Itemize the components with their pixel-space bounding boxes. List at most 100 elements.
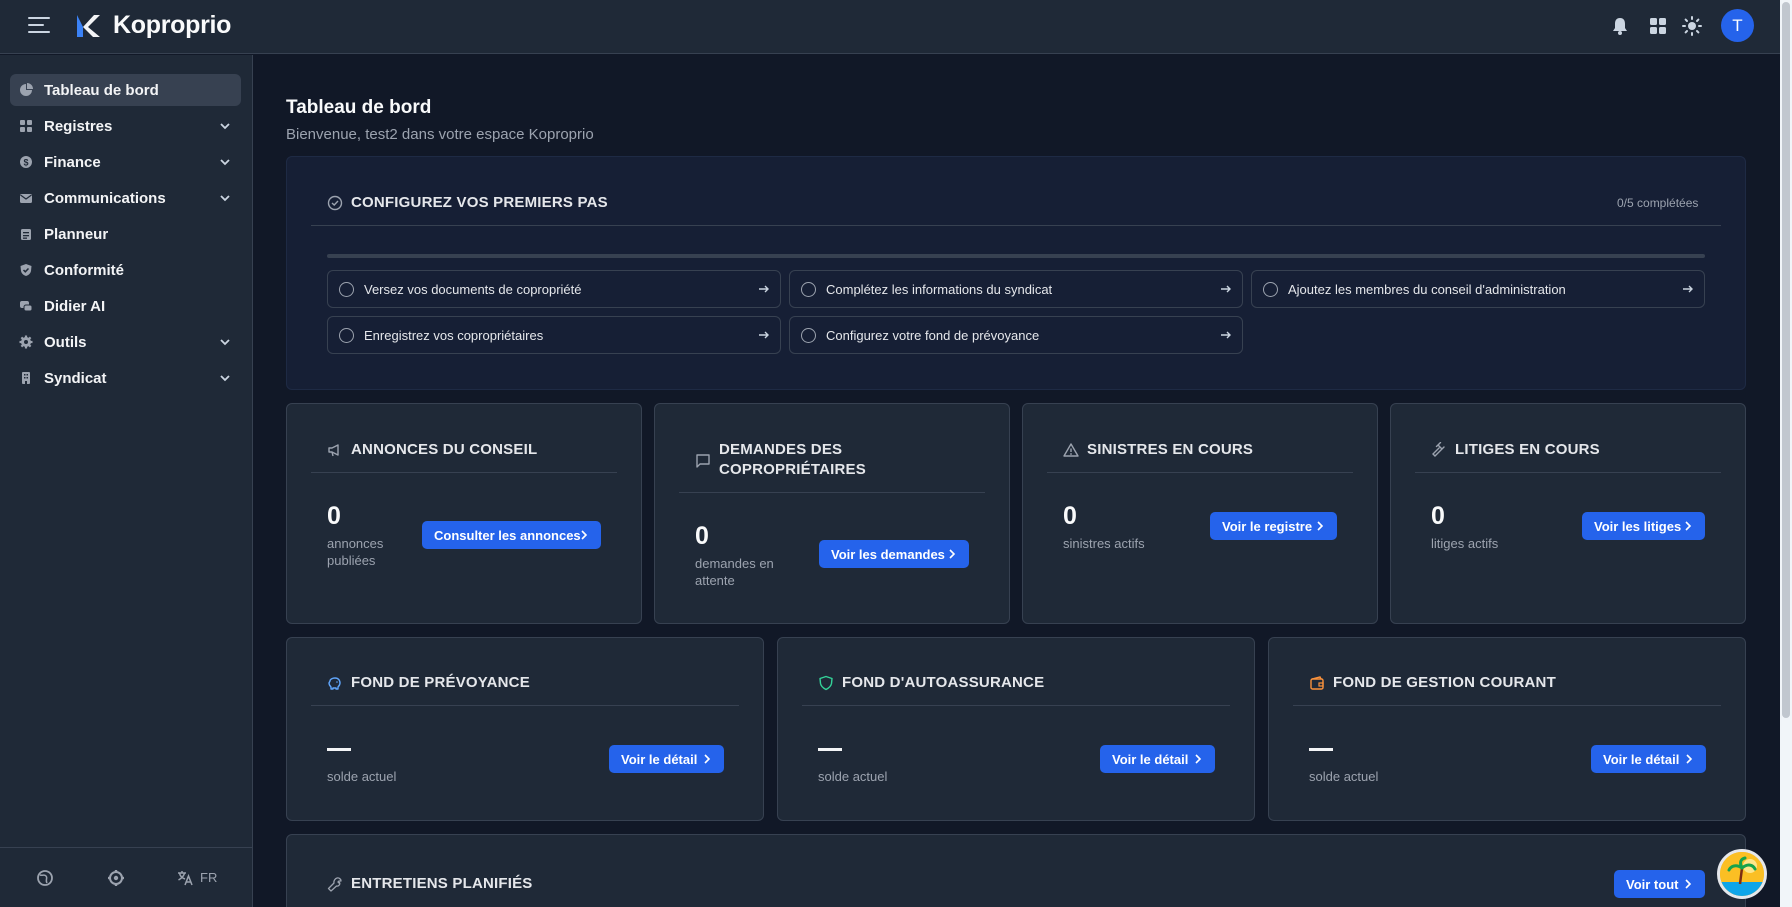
card-divider xyxy=(802,705,1230,706)
sidebar-item-didier-ai[interactable]: Didier AI xyxy=(10,290,241,322)
setup-task-label: Configurez votre fond de prévoyance xyxy=(826,328,1040,343)
fond-prevoyance-detail-button[interactable]: Voir le détail xyxy=(609,745,724,773)
chevron-down-icon xyxy=(220,195,230,202)
page-scrollbar[interactable] xyxy=(1780,0,1792,907)
voir-tout-button[interactable]: Voir tout xyxy=(1614,870,1705,898)
card-divider xyxy=(1293,705,1721,706)
arrow-right-icon xyxy=(759,285,769,293)
sidebar-item-label: Finance xyxy=(44,154,101,171)
setup-task-label: Versez vos documents de copropriété xyxy=(364,282,582,297)
sidebar-item-label: Syndicat xyxy=(44,370,107,387)
page-title: Tableau de bord xyxy=(286,97,432,118)
sidebar-item-label: Conformité xyxy=(44,262,124,279)
setup-task-syndicat-info[interactable]: Complétez les informations du syndicat xyxy=(789,270,1243,308)
wrench-icon xyxy=(327,877,342,892)
setup-title: CONFIGUREZ VOS PREMIERS PAS xyxy=(351,194,608,211)
bell-icon[interactable] xyxy=(1609,15,1631,37)
button-label: Voir le détail xyxy=(1112,751,1189,767)
setup-task-board-members[interactable]: Ajoutez les membres du conseil d'adminis… xyxy=(1251,270,1705,308)
settings-icon[interactable] xyxy=(107,869,125,887)
annonces-count: 0 xyxy=(327,502,341,530)
user-avatar[interactable]: T xyxy=(1721,9,1754,42)
chevron-down-icon xyxy=(220,375,230,382)
button-label: Voir le détail xyxy=(1603,751,1680,767)
fond-prevoyance-title: FOND DE PRÉVOYANCE xyxy=(351,674,530,691)
sidebar-item-conformite[interactable]: Conformité xyxy=(10,254,241,286)
sidebar-item-communications[interactable]: Communications xyxy=(10,182,241,214)
fond-autoassurance-detail-button[interactable]: Voir le détail xyxy=(1100,745,1215,773)
chevron-right-icon xyxy=(1685,879,1692,889)
demandes-card xyxy=(654,403,1010,624)
fond-gestion-title: FOND DE GESTION COURANT xyxy=(1333,674,1556,691)
demandes-title: DEMANDES DES COPROPRIÉTAIRES xyxy=(719,441,866,478)
setup-task-documents[interactable]: Versez vos documents de copropriété xyxy=(327,270,781,308)
building-icon xyxy=(22,372,30,384)
chevron-down-icon xyxy=(220,123,230,130)
setup-task-label: Enregistrez vos copropriétaires xyxy=(364,328,544,343)
chevron-down-icon xyxy=(220,339,230,346)
setup-task-label: Complétez les informations du syndicat xyxy=(826,282,1053,297)
sidebar-item-label: Tableau de bord xyxy=(44,82,159,99)
scrollbar-thumb[interactable] xyxy=(1782,2,1790,718)
apps-grid-icon[interactable] xyxy=(1647,15,1669,37)
chevron-down-icon xyxy=(220,159,230,166)
page-subtitle: Bienvenue, test2 dans votre espace Kopro… xyxy=(286,126,594,143)
voir-litiges-button[interactable]: Voir les litiges xyxy=(1582,512,1705,540)
annonces-title: ANNONCES DU CONSEIL xyxy=(351,441,538,458)
shield-icon xyxy=(819,675,833,691)
demandes-label: demandes en attente xyxy=(695,556,774,588)
wallet-icon xyxy=(1310,676,1324,690)
dollar-icon: $ xyxy=(20,156,32,168)
sidebar-item-tableau-de-bord[interactable]: Tableau de bord xyxy=(10,74,241,106)
sun-icon[interactable] xyxy=(1681,15,1703,37)
chevron-right-icon xyxy=(949,549,956,559)
fond-gestion-detail-button[interactable]: Voir le détail xyxy=(1591,745,1706,773)
voir-demandes-button[interactable]: Voir les demandes xyxy=(819,540,969,568)
arrow-right-icon xyxy=(1221,331,1231,339)
button-label: Voir le détail xyxy=(621,751,698,767)
button-label: Voir les litiges xyxy=(1594,518,1682,534)
warning-icon xyxy=(1063,443,1079,457)
button-label: Voir le registre xyxy=(1222,518,1313,534)
setup-task-label: Ajoutez les membres du conseil d'adminis… xyxy=(1288,282,1566,297)
clipboard-icon xyxy=(21,229,31,240)
entretiens-title: ENTRETIENS PLANIFIÉS xyxy=(351,875,533,892)
sidebar-item-label: Didier AI xyxy=(44,298,106,315)
cog-icon xyxy=(19,335,33,349)
unchecked-circle-icon xyxy=(339,282,354,297)
megaphone-icon xyxy=(328,444,339,457)
sidebar-item-finance[interactable]: $ Finance xyxy=(10,146,241,178)
arrow-right-icon xyxy=(1683,285,1693,293)
annonces-label: annonces publiées xyxy=(327,536,384,568)
setup-completed-count: 0/5 complétées xyxy=(1617,196,1699,210)
unchecked-circle-icon xyxy=(801,282,816,297)
sidebar-item-syndicat[interactable]: Syndicat xyxy=(10,362,241,394)
sidebar-item-outils[interactable]: Outils xyxy=(10,326,241,358)
demandes-count: 0 xyxy=(695,522,709,550)
chevron-right-icon xyxy=(1686,754,1693,764)
setup-task-coproprietaires[interactable]: Enregistrez vos copropriétaires xyxy=(327,316,781,354)
chevron-right-icon xyxy=(1195,754,1202,764)
setup-divider xyxy=(311,225,1721,226)
menu-icon[interactable] xyxy=(28,16,50,34)
translate-icon xyxy=(178,871,193,886)
sidebar-item-planneur[interactable]: Planneur xyxy=(10,218,241,250)
fond-autoassurance-title: FOND D'AUTOASSURANCE xyxy=(842,674,1045,691)
fond-autoassurance-card xyxy=(777,637,1255,821)
sidebar-item-registres[interactable]: Registres xyxy=(10,110,241,142)
button-label: Voir les demandes xyxy=(831,546,945,562)
consulter-annonces-button[interactable]: Consulter les annonces xyxy=(422,521,601,549)
entretiens-card xyxy=(286,834,1746,907)
assistant-avatar-button[interactable] xyxy=(1717,849,1767,899)
voir-registre-button[interactable]: Voir le registre xyxy=(1210,512,1337,540)
setup-task-fond-prevoyance[interactable]: Configurez votre fond de prévoyance xyxy=(789,316,1243,354)
unchecked-circle-icon xyxy=(801,328,816,343)
sidebar: Tableau de bord Registres $ Finance Comm… xyxy=(0,55,253,907)
litiges-title: LITIGES EN COURS xyxy=(1455,441,1600,458)
globe-icon[interactable] xyxy=(36,869,54,887)
mail-icon xyxy=(20,194,32,203)
arrow-right-icon xyxy=(1221,285,1231,293)
button-label: Voir tout xyxy=(1626,876,1679,892)
fond-gestion-card xyxy=(1268,637,1746,821)
fond-gestion-label: solde actuel xyxy=(1309,769,1379,784)
